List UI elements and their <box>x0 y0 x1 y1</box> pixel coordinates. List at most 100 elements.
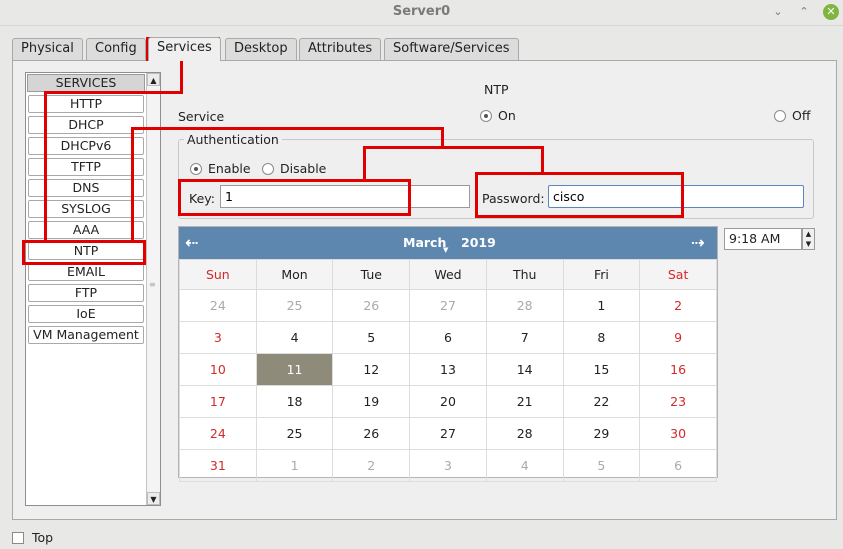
auth-disable-radio[interactable]: Disable <box>262 161 326 176</box>
tab-services[interactable]: Services <box>148 37 221 61</box>
service-item-ftp[interactable]: FTP <box>28 284 144 302</box>
day-cell[interactable]: 3 <box>179 321 257 354</box>
time-spinner[interactable]: ▲ ▼ <box>802 228 815 250</box>
radio-selected-icon[interactable] <box>480 109 492 122</box>
key-label: Key: <box>189 191 215 206</box>
day-cell[interactable]: 2 <box>332 449 411 482</box>
calendar-header: ⇠ March ▼ 2019 ⇢ <box>179 227 717 259</box>
maximize-icon[interactable]: ⌃ <box>796 4 812 20</box>
day-cell[interactable]: 12 <box>332 353 411 386</box>
tab-config[interactable]: Config <box>86 38 146 60</box>
service-on-radio[interactable]: On <box>480 108 516 123</box>
day-cell[interactable]: 5 <box>332 321 411 354</box>
scroll-down-icon[interactable]: ▼ <box>147 492 160 505</box>
tab-attributes[interactable]: Attributes <box>299 38 382 60</box>
day-cell[interactable]: 28 <box>485 417 564 450</box>
day-cell[interactable]: 8 <box>562 321 641 354</box>
tab-desktop[interactable]: Desktop <box>225 38 297 60</box>
day-cell[interactable]: 10 <box>179 353 257 386</box>
day-cell[interactable]: 23 <box>639 385 717 418</box>
radio-unselected-icon[interactable] <box>262 162 274 175</box>
service-off-radio[interactable]: Off <box>774 108 810 123</box>
scroll-up-icon[interactable]: ▲ <box>147 73 160 86</box>
service-item-ioe[interactable]: IoE <box>28 305 144 323</box>
day-cell[interactable]: 3 <box>409 449 487 482</box>
day-cell[interactable]: 13 <box>409 353 487 386</box>
checkbox-icon[interactable] <box>12 531 24 544</box>
calendar-month[interactable]: March <box>403 235 446 250</box>
day-cell[interactable]: 19 <box>332 385 411 418</box>
service-item-vm-management[interactable]: VM Management <box>28 326 144 344</box>
day-cell[interactable]: 7 <box>485 321 564 354</box>
day-cell[interactable]: 22 <box>562 385 641 418</box>
next-month-icon[interactable]: ⇢ <box>691 233 704 252</box>
day-cell[interactable]: 27 <box>409 417 487 450</box>
day-cell[interactable]: 2 <box>639 289 717 322</box>
service-item-syslog[interactable]: SYSLOG <box>28 200 144 218</box>
service-off-label: Off <box>792 108 811 123</box>
day-cell[interactable]: 1 <box>255 449 334 482</box>
day-cell[interactable]: 20 <box>409 385 487 418</box>
day-cell[interactable]: 25 <box>255 289 334 322</box>
day-cell[interactable]: 9 <box>639 321 717 354</box>
tab-physical[interactable]: Physical <box>12 38 83 60</box>
time-input[interactable]: 9:18 AM <box>724 228 802 250</box>
day-cell[interactable]: 28 <box>485 289 564 322</box>
auth-disable-label: Disable <box>280 161 327 176</box>
password-input[interactable] <box>548 185 804 208</box>
minimize-icon[interactable]: ⌄ <box>770 4 786 20</box>
day-cell[interactable]: 24 <box>179 289 257 322</box>
day-cell[interactable]: 4 <box>255 321 334 354</box>
calendar-year[interactable]: 2019 <box>461 235 496 250</box>
service-item-tftp[interactable]: TFTP <box>28 158 144 176</box>
selected-day-cell[interactable]: 11 <box>255 353 334 386</box>
service-item-ntp[interactable]: NTP <box>28 242 144 260</box>
spin-down-icon[interactable]: ▼ <box>803 239 814 249</box>
service-item-aaa[interactable]: AAA <box>28 221 144 239</box>
day-cell[interactable]: 21 <box>485 385 564 418</box>
month-dropdown-icon[interactable]: ▼ <box>443 246 448 254</box>
day-cell[interactable]: 14 <box>485 353 564 386</box>
auth-enable-radio[interactable]: Enable <box>190 161 251 176</box>
day-cell[interactable]: 26 <box>332 289 411 322</box>
service-item-dns[interactable]: DNS <box>28 179 144 197</box>
day-cell[interactable]: 26 <box>332 417 411 450</box>
service-item-dhcp[interactable]: DHCP <box>28 116 144 134</box>
services-list-header[interactable]: SERVICES <box>27 74 145 92</box>
calendar-grid: Sun Mon Tue Wed Thu Fri Sat 24 25 26 27 … <box>179 259 717 482</box>
day-cell[interactable]: 5 <box>562 449 641 482</box>
day-cell[interactable]: 17 <box>179 385 257 418</box>
day-cell[interactable]: 4 <box>485 449 564 482</box>
day-cell[interactable]: 1 <box>562 289 641 322</box>
day-cell[interactable]: 30 <box>639 417 717 450</box>
services-scrollbar[interactable]: ▲ ≡ ▼ <box>146 73 160 505</box>
window-title: Server0 <box>392 4 451 19</box>
weekday-header: Fri <box>562 259 641 290</box>
service-item-http[interactable]: HTTP <box>28 95 144 113</box>
day-cell[interactable]: 27 <box>409 289 487 322</box>
day-cell[interactable]: 18 <box>255 385 334 418</box>
key-input[interactable] <box>220 185 470 208</box>
top-label: Top <box>32 530 54 545</box>
service-item-dhcpv6[interactable]: DHCPv6 <box>28 137 144 155</box>
top-checkbox[interactable]: Top <box>12 530 53 545</box>
radio-unselected-icon[interactable] <box>774 109 786 122</box>
day-cell[interactable]: 31 <box>179 449 257 482</box>
day-cell[interactable]: 6 <box>639 449 717 482</box>
close-icon[interactable]: ✕ <box>823 4 839 20</box>
title-bar: Server0 ⌄ ⌃ ✕ <box>0 0 843 26</box>
day-cell[interactable]: 6 <box>409 321 487 354</box>
radio-selected-icon[interactable] <box>190 162 202 175</box>
day-cell[interactable]: 15 <box>562 353 641 386</box>
weekday-header: Sun <box>179 259 257 290</box>
spin-up-icon[interactable]: ▲ <box>803 229 814 239</box>
tab-software-services[interactable]: Software/Services <box>384 38 519 60</box>
scroll-grip-icon[interactable]: ≡ <box>149 281 157 291</box>
day-cell[interactable]: 29 <box>562 417 641 450</box>
auth-enable-label: Enable <box>208 161 251 176</box>
previous-month-icon[interactable]: ⇠ <box>185 233 198 252</box>
service-item-email[interactable]: EMAIL <box>28 263 144 281</box>
day-cell[interactable]: 25 <box>255 417 334 450</box>
day-cell[interactable]: 16 <box>639 353 717 386</box>
day-cell[interactable]: 24 <box>179 417 257 450</box>
